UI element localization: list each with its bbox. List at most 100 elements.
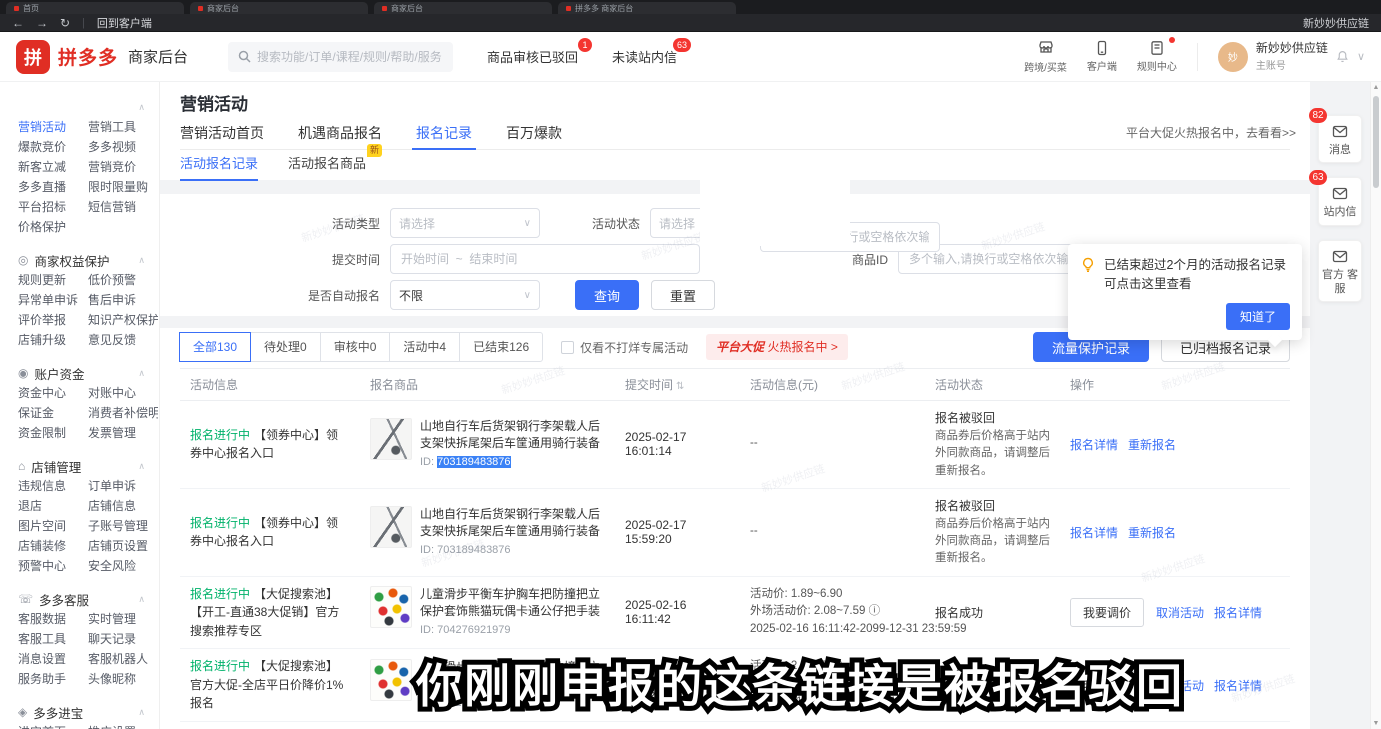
sidebar-item[interactable]: 店铺信息 [88, 496, 158, 516]
tooltip-ok-button[interactable]: 知道了 [1226, 303, 1290, 330]
sidebar-item[interactable]: 爆款竞价 [18, 137, 88, 157]
main-tab[interactable]: 百万爆款 [506, 120, 562, 149]
sidebar-group-header[interactable]: ◉ 账户资金 ∧ [18, 363, 159, 383]
sidebar-item[interactable]: 客服数据 [18, 609, 88, 629]
action-link[interactable]: 报名详情 [1214, 679, 1262, 693]
page-scrollbar[interactable]: ▲ ▼ [1370, 82, 1381, 729]
sidebar-item[interactable]: 保证金 [18, 403, 88, 423]
sidebar-item[interactable]: 多多直播 [18, 177, 88, 197]
global-search[interactable] [228, 42, 453, 72]
browser-tab[interactable]: 商家后台 [190, 2, 368, 14]
adjust-price-button[interactable]: 我要调价 [1070, 598, 1144, 627]
sidebar-item[interactable]: 进宝首页 [18, 722, 88, 729]
sidebar-group-header[interactable]: ◈ 多多进宝 ∧ [18, 702, 159, 722]
sidebar-item[interactable]: 消费者补偿明细 [88, 403, 158, 423]
sidebar-item[interactable]: 多多视频 [88, 137, 158, 157]
sidebar-item[interactable]: 评价举报 [18, 310, 88, 330]
main-tab[interactable]: 营销活动首页 [180, 120, 264, 149]
sidebar-item[interactable]: 实时管理 [88, 609, 158, 629]
sidebar-item[interactable]: 异常单申诉 [18, 290, 88, 310]
collapse-icon[interactable]: ∧ [138, 368, 145, 379]
scroll-down-icon[interactable]: ▼ [1371, 720, 1381, 727]
sidebar-item[interactable]: 营销工具 [88, 117, 158, 137]
action-link[interactable]: 报名详情 [1070, 526, 1118, 540]
sidebar-item[interactable]: 店铺升级 [18, 330, 88, 350]
search-input[interactable] [257, 50, 443, 64]
sidebar-item[interactable]: 营销竞价 [88, 157, 158, 177]
collapse-icon[interactable]: ∧ [138, 255, 145, 266]
exclusive-activity-checkbox[interactable]: 仅看不打烊专属活动 [561, 339, 688, 356]
status-segment[interactable]: 待处理0 [250, 332, 321, 362]
action-link[interactable]: 报名详情 [1070, 438, 1118, 452]
back-icon[interactable]: ← [12, 17, 24, 29]
account-menu[interactable]: 妙 新妙妙供应链 主账号 ∨ [1218, 41, 1365, 72]
sidebar-group-header[interactable]: ⌂ 店铺管理 ∧ [18, 456, 159, 476]
sidebar-item[interactable]: 限时限量购 [88, 177, 158, 197]
client-app-entry[interactable]: 客户端 [1087, 40, 1117, 73]
sub-tab[interactable]: 活动报名记录 [180, 152, 258, 180]
bell-small-icon[interactable] [1336, 50, 1349, 63]
sidebar-item[interactable]: 订单申诉 [88, 476, 158, 496]
sidebar-item[interactable]: 低价预警 [88, 270, 158, 290]
unread-inbox-link[interactable]: 未读站内信63 [612, 47, 677, 66]
scroll-up-icon[interactable]: ▲ [1371, 84, 1381, 91]
checkbox-icon[interactable] [561, 341, 574, 354]
sidebar-item[interactable]: 退店 [18, 496, 88, 516]
browser-tab[interactable]: 商家后台 [374, 2, 552, 14]
rail-button[interactable]: 82 消息 [1318, 115, 1362, 163]
activity-type-select[interactable]: 请选择 ∨ [390, 208, 540, 238]
sidebar-item[interactable]: 服务助手 [18, 669, 88, 689]
sidebar-group-header[interactable]: ∧ [18, 97, 159, 117]
sidebar-item[interactable]: 头像昵称 [88, 669, 158, 689]
sidebar-item[interactable]: 客服机器人 [88, 649, 158, 669]
sidebar-item[interactable]: 短信营销 [88, 197, 158, 217]
action-link[interactable]: 重新报名 [1128, 526, 1176, 540]
sidebar-item[interactable]: 预警中心 [18, 556, 88, 576]
action-link[interactable]: 报名详情 [1214, 606, 1262, 620]
scrollbar-thumb[interactable] [1373, 96, 1379, 188]
back-to-client-link[interactable]: 回到客户端 [97, 15, 152, 31]
rules-center-entry[interactable]: 规则中心 [1137, 40, 1177, 73]
sidebar-item[interactable]: 规则更新 [18, 270, 88, 290]
sidebar-item[interactable]: 对账中心 [88, 383, 158, 403]
sidebar-item[interactable]: 子账号管理 [88, 516, 158, 536]
status-segment[interactable]: 审核中0 [320, 332, 391, 362]
auto-signup-select[interactable]: 不限 ∨ [390, 280, 540, 310]
sidebar-group-header[interactable]: ☏ 多多客服 ∧ [18, 589, 159, 609]
sort-icon[interactable]: ⇅ [676, 381, 684, 392]
submit-time-range-input[interactable] [390, 244, 700, 274]
sidebar-item[interactable]: 图片空间 [18, 516, 88, 536]
sidebar-item[interactable]: 价格保护 [18, 217, 88, 237]
browser-tab[interactable]: 首页 [6, 2, 184, 14]
collapse-icon[interactable]: ∧ [138, 707, 145, 718]
sub-tab[interactable]: 活动报名商品 新 [288, 152, 366, 180]
sidebar-group-header[interactable]: ◎ 商家权益保护 ∧ [18, 250, 159, 270]
chevron-down-icon[interactable]: ∨ [1357, 50, 1365, 63]
sidebar-item[interactable]: 发票管理 [88, 423, 158, 443]
sidebar-item[interactable]: 店铺装修 [18, 536, 88, 556]
sidebar-item[interactable]: 聊天记录 [88, 629, 158, 649]
status-segment[interactable]: 活动中4 [389, 332, 460, 362]
sidebar-item[interactable]: 意见反馈 [88, 330, 158, 350]
collapse-icon[interactable]: ∧ [138, 461, 145, 472]
query-button[interactable]: 查询 [575, 280, 639, 310]
sidebar-item[interactable]: 平台招标 [18, 197, 88, 217]
rail-button[interactable]: 63 站内信 [1318, 177, 1362, 225]
status-segment[interactable]: 全部130 [179, 332, 251, 362]
sidebar-item[interactable]: 资金中心 [18, 383, 88, 403]
action-link[interactable]: 重新报名 [1128, 438, 1176, 452]
sidebar-item[interactable]: 违规信息 [18, 476, 88, 496]
sidebar-item[interactable]: 营销活动 [18, 117, 88, 137]
action-link[interactable]: 取消活动 [1156, 606, 1204, 620]
status-segment[interactable]: 已结束126 [459, 332, 543, 362]
forward-icon[interactable]: → [36, 17, 48, 29]
refresh-icon[interactable]: ↻ [60, 17, 70, 29]
sidebar-item[interactable]: 新客立减 [18, 157, 88, 177]
promo-banner-link[interactable]: 平台大促火热报名中，去看看>> [1126, 124, 1296, 141]
sidebar-item[interactable]: 售后申诉 [88, 290, 158, 310]
rail-button[interactable]: 官方 客服 [1318, 240, 1362, 303]
sidebar-item[interactable]: 消息设置 [18, 649, 88, 669]
review-rejected-link[interactable]: 商品审核已驳回1 [487, 47, 578, 66]
big-promo-hot-link[interactable]: 平台大促 火热报名中 > [706, 334, 848, 360]
sidebar-item[interactable]: 店铺页设置 [88, 536, 158, 556]
